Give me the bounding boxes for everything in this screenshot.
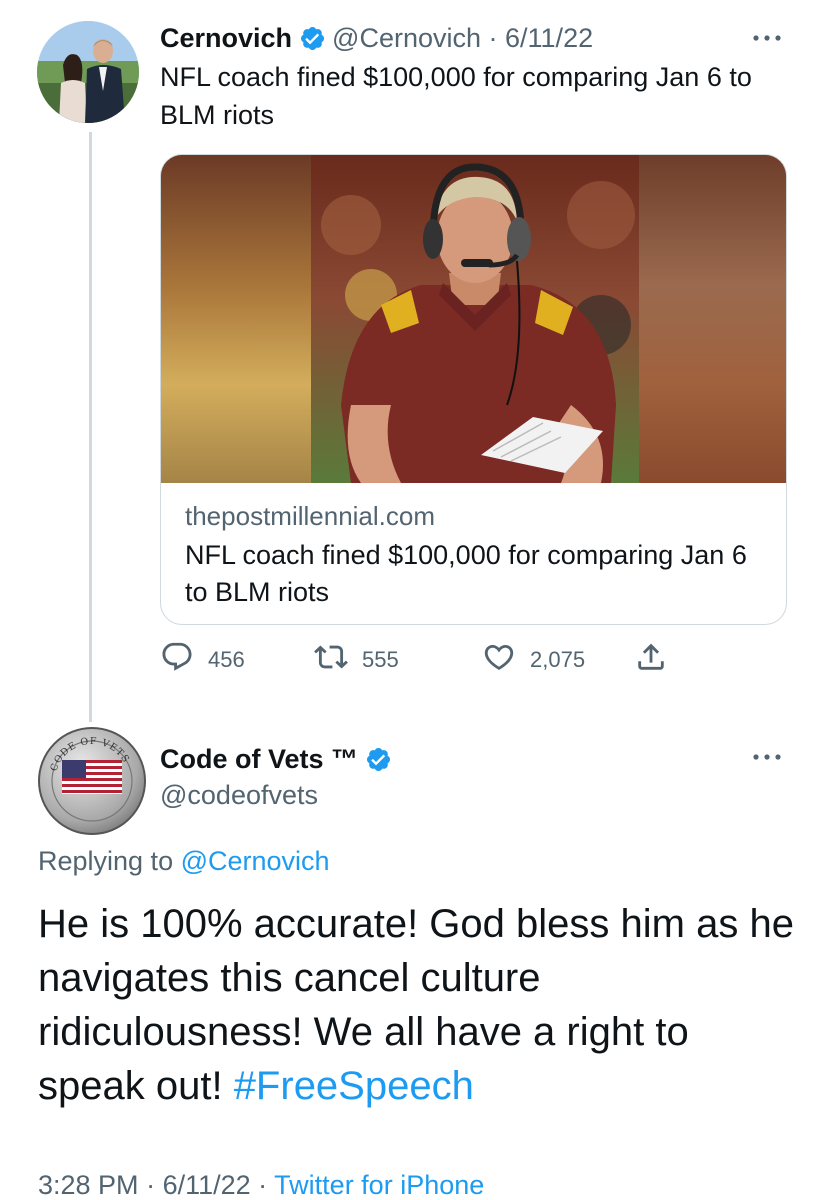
verified-badge-icon <box>365 746 392 773</box>
tweet-header: Code of Vets ™ <box>160 740 398 778</box>
meta-separator: · <box>138 1170 163 1200</box>
more-icon[interactable] <box>752 750 782 762</box>
share-button[interactable] <box>634 640 668 680</box>
avatar-cernovich[interactable] <box>37 21 139 123</box>
tweet-date[interactable]: 6/11/22 <box>163 1170 251 1200</box>
tweet-text: He is 100% accurate! God bless him as he… <box>38 897 798 1113</box>
author-handle[interactable]: @codeofvets <box>160 780 318 811</box>
article-photo <box>161 155 786 483</box>
link-card[interactable]: thepostmillennial.com NFL coach fined $1… <box>160 154 787 625</box>
like-count: 2,075 <box>530 647 586 672</box>
tweet-header: Cernovich @Cernovich · 6/11/22 <box>160 20 593 56</box>
tweet-time[interactable]: 3:28 PM <box>38 1170 139 1200</box>
retweet-count: 555 <box>362 647 399 672</box>
tweet-date[interactable]: 6/11/22 <box>505 23 593 54</box>
avatar-codeofvets[interactable]: CODE OF VETS <box>37 726 147 836</box>
like-button[interactable]: 2,075 <box>482 640 585 680</box>
author-name[interactable]: Code of Vets ™ <box>160 744 358 775</box>
replying-to: Replying to @Cernovich <box>38 846 330 877</box>
card-title: NFL coach fined $100,000 for comparing J… <box>185 540 747 607</box>
photo-blur-left <box>161 155 311 483</box>
verified-badge-icon <box>299 25 326 52</box>
reply-icon <box>160 640 194 680</box>
tweet-meta: 3:28 PM · 6/11/22 · Twitter for iPhone <box>38 1170 484 1200</box>
hashtag-link[interactable]: #FreeSpeech <box>234 1064 474 1108</box>
reply-button[interactable]: 456 <box>160 640 245 680</box>
replying-mention-link[interactable]: @Cernovich <box>181 846 330 876</box>
tweet-source-link[interactable]: Twitter for iPhone <box>274 1170 484 1200</box>
tweet-actions: 456 555 2,075 <box>160 640 700 680</box>
date-separator: · <box>481 22 506 53</box>
retweet-button[interactable]: 555 <box>314 640 399 680</box>
author-name[interactable]: Cernovich <box>160 23 292 54</box>
coach-photo <box>311 155 639 483</box>
tweet-text: NFL coach fined $100,000 for comparing J… <box>160 62 752 130</box>
reply-count: 456 <box>208 647 245 672</box>
photo-blur-right <box>638 155 786 483</box>
card-domain: thepostmillennial.com <box>185 501 436 531</box>
more-icon[interactable] <box>752 31 782 43</box>
thread-connector-line <box>89 132 92 722</box>
share-icon <box>634 640 668 680</box>
meta-separator: · <box>250 1170 275 1200</box>
author-handle[interactable]: @Cernovich <box>332 23 481 54</box>
retweet-icon <box>314 640 348 680</box>
replying-label: Replying to <box>38 846 181 876</box>
like-icon <box>482 640 516 680</box>
